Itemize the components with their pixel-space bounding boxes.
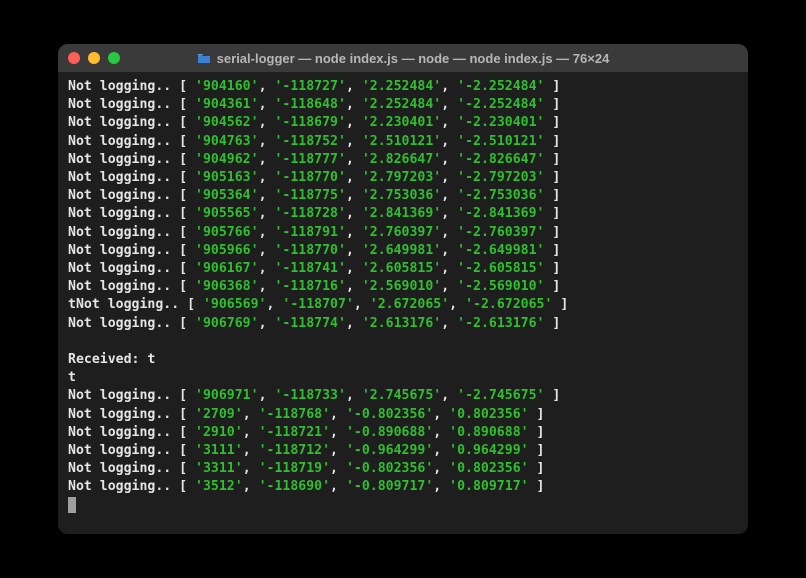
window-title: serial-logger — node index.js — node — n… bbox=[217, 51, 610, 66]
log-line: Not logging.. [ '2910', '-118721', '-0.8… bbox=[68, 424, 738, 442]
log-line: tNot logging.. [ '906569', '-118707', '2… bbox=[68, 296, 738, 314]
log-line: Not logging.. [ '2709', '-118768', '-0.8… bbox=[68, 406, 738, 424]
terminal-window: serial-logger — node index.js — node — n… bbox=[58, 44, 748, 534]
log-line: Not logging.. [ '905163', '-118770', '2.… bbox=[68, 169, 738, 187]
log-line: Not logging.. [ '904160', '-118727', '2.… bbox=[68, 78, 738, 96]
log-line: Not logging.. [ '905364', '-118775', '2.… bbox=[68, 187, 738, 205]
terminal-output[interactable]: Not logging.. [ '904160', '-118727', '2.… bbox=[58, 72, 748, 534]
log-line: Not logging.. [ '904962', '-118777', '2.… bbox=[68, 151, 738, 169]
log-line: Not logging.. [ '905565', '-118728', '2.… bbox=[68, 205, 738, 223]
blank-line bbox=[68, 333, 738, 351]
log-line: Not logging.. [ '906167', '-118741', '2.… bbox=[68, 260, 738, 278]
log-line: Not logging.. [ '3111', '-118712', '-0.9… bbox=[68, 442, 738, 460]
log-line: Not logging.. [ '906368', '-118716', '2.… bbox=[68, 278, 738, 296]
log-line: Not logging.. [ '3512', '-118690', '-0.8… bbox=[68, 478, 738, 496]
title-wrap: serial-logger — node index.js — node — n… bbox=[58, 51, 748, 66]
maximize-button[interactable] bbox=[108, 52, 120, 64]
log-line: Not logging.. [ '906769', '-118774', '2.… bbox=[68, 315, 738, 333]
log-line: Not logging.. [ '904763', '-118752', '2.… bbox=[68, 133, 738, 151]
close-button[interactable] bbox=[68, 52, 80, 64]
log-line: Not logging.. [ '905966', '-118770', '2.… bbox=[68, 242, 738, 260]
received-line: Received: t bbox=[68, 351, 738, 369]
t-line: t bbox=[68, 369, 738, 387]
folder-icon bbox=[197, 53, 211, 64]
minimize-button[interactable] bbox=[88, 52, 100, 64]
cursor-line bbox=[68, 497, 738, 515]
log-line: Not logging.. [ '904562', '-118679', '2.… bbox=[68, 114, 738, 132]
cursor bbox=[68, 497, 76, 513]
log-line: Not logging.. [ '905766', '-118791', '2.… bbox=[68, 224, 738, 242]
log-line: Not logging.. [ '904361', '-118648', '2.… bbox=[68, 96, 738, 114]
traffic-lights bbox=[68, 52, 120, 64]
log-line: Not logging.. [ '3311', '-118719', '-0.8… bbox=[68, 460, 738, 478]
log-line: Not logging.. [ '906971', '-118733', '2.… bbox=[68, 387, 738, 405]
titlebar[interactable]: serial-logger — node index.js — node — n… bbox=[58, 44, 748, 72]
